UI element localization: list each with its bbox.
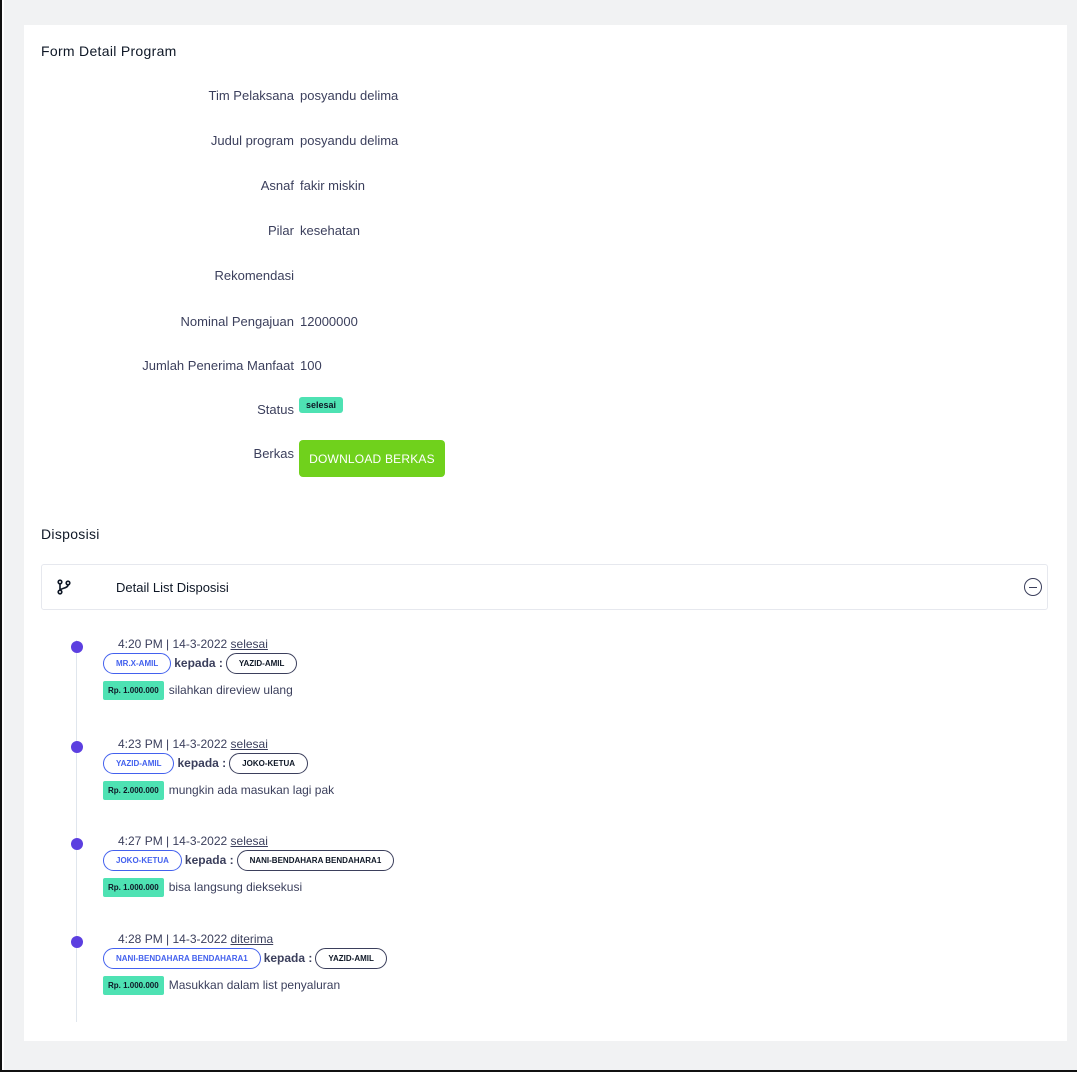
- timeline-route: YAZID-AMIL kepada : JOKO-KETUA: [103, 752, 309, 774]
- field-label: Nominal Pengajuan: [180, 314, 294, 329]
- field-value: fakir miskin: [300, 178, 366, 193]
- timeline-status: selesai: [230, 834, 268, 848]
- window-frame: Form Detail Program Tim Pelaksana posyan…: [0, 0, 1077, 1072]
- field-label: Berkas: [253, 446, 294, 461]
- field-label: Judul program: [210, 133, 294, 148]
- field-row-pilar: Pilar kesehatan: [24, 223, 624, 243]
- field-row-jumlah-penerima: Jumlah Penerima Manfaat 100: [24, 358, 624, 378]
- timeline-route: MR.X-AMIL kepada : YAZID-AMIL: [103, 652, 298, 674]
- field-row-nominal-pengajuan: Nominal Pengajuan 12000000: [24, 314, 624, 334]
- timeline-status: selesai: [230, 637, 268, 651]
- amount-badge: Rp. 2.000.000: [103, 780, 164, 800]
- to-user-badge: YAZID-AMIL: [315, 947, 387, 969]
- timeline-amount-row: Rp. 1.000.000 Masukkan dalam list penyal…: [103, 975, 340, 995]
- section-title: Disposisi: [41, 526, 100, 542]
- timeline-timestamp: 4:28 PM | 14-3-2022 diterima: [118, 932, 273, 946]
- form-detail-card: Form Detail Program Tim Pelaksana posyan…: [24, 25, 1067, 506]
- amount-badge: Rp. 1.000.000: [103, 877, 164, 897]
- field-value: 100: [300, 358, 322, 373]
- timeline-note: bisa langsung dieksekusi: [168, 880, 303, 894]
- field-row-judul-program: Judul program posyandu delima: [24, 133, 624, 153]
- field-row-tim-pelaksana: Tim Pelaksana posyandu delima: [24, 88, 624, 108]
- timeline-time: 4:27 PM | 14-3-2022: [118, 834, 228, 848]
- timeline-item: 4:27 PM | 14-3-2022 selesai JOKO-KETUA k…: [24, 834, 924, 904]
- disposisi-card: Disposisi Detail List Disposisi 4:20 PM …: [24, 506, 1067, 1041]
- field-value: kesehatan: [300, 223, 360, 238]
- timeline-note: silahkan direview ulang: [168, 683, 293, 697]
- kepada-label: kepada :: [184, 853, 234, 867]
- kepada-label: kepada :: [177, 756, 227, 770]
- amount-badge: Rp. 1.000.000: [103, 975, 164, 995]
- timeline-dot-icon: [71, 641, 83, 653]
- field-value: posyandu delima: [300, 88, 399, 103]
- timeline-dot-icon: [71, 741, 83, 753]
- field-label: Status: [257, 402, 294, 417]
- kepada-label: kepada :: [263, 951, 313, 965]
- timeline-dot-icon: [71, 838, 83, 850]
- field-value: 12000000: [300, 314, 358, 329]
- timeline-item: 4:23 PM | 14-3-2022 selesai YAZID-AMIL k…: [24, 737, 924, 807]
- from-user-badge: YAZID-AMIL: [103, 752, 175, 774]
- to-user-badge: NANI-BENDAHARA BENDAHARA1: [236, 849, 395, 871]
- minus-circle-icon[interactable]: [1024, 578, 1042, 596]
- timeline-note: mungkin ada masukan lagi pak: [168, 783, 335, 797]
- timeline-time: 4:28 PM | 14-3-2022: [118, 932, 228, 946]
- timeline-amount-row: Rp. 1.000.000 silahkan direview ulang: [103, 680, 293, 700]
- amount-badge: Rp. 1.000.000: [103, 680, 164, 700]
- timeline-amount-row: Rp. 2.000.000 mungkin ada masukan lagi p…: [103, 780, 334, 800]
- from-user-badge: MR.X-AMIL: [103, 652, 172, 674]
- timeline-timestamp: 4:20 PM | 14-3-2022 selesai: [118, 637, 268, 651]
- field-label: Tim Pelaksana: [208, 88, 295, 103]
- git-branch-icon: [57, 579, 71, 595]
- accordion-header[interactable]: Detail List Disposisi: [41, 564, 1048, 610]
- card-title: Form Detail Program: [41, 43, 177, 59]
- timeline-item: 4:20 PM | 14-3-2022 selesai MR.X-AMIL ke…: [24, 637, 924, 707]
- to-user-badge: JOKO-KETUA: [229, 752, 309, 774]
- status-badge: selesai: [299, 397, 344, 413]
- timeline-route: JOKO-KETUA kepada : NANI-BENDAHARA BENDA…: [103, 849, 395, 871]
- timeline-route: NANI-BENDAHARA BENDAHARA1 kepada : YAZID…: [103, 947, 387, 969]
- field-value: posyandu delima: [300, 133, 399, 148]
- download-berkas-button[interactable]: DOWNLOAD BERKAS: [299, 440, 445, 477]
- field-label: Jumlah Penerima Manfaat: [142, 358, 294, 373]
- to-user-badge: YAZID-AMIL: [225, 652, 298, 674]
- from-user-badge: JOKO-KETUA: [103, 849, 182, 871]
- timeline-dot-icon: [71, 936, 83, 948]
- from-user-badge: NANI-BENDAHARA BENDAHARA1: [103, 947, 261, 969]
- page-background: Form Detail Program Tim Pelaksana posyan…: [4, 0, 1077, 1070]
- timeline-note: Masukkan dalam list penyaluran: [168, 978, 341, 992]
- timeline-timestamp: 4:27 PM | 14-3-2022 selesai: [118, 834, 268, 848]
- timeline-time: 4:23 PM | 14-3-2022: [118, 737, 228, 751]
- timeline-amount-row: Rp. 1.000.000 bisa langsung dieksekusi: [103, 877, 302, 897]
- kepada-label: kepada :: [174, 656, 223, 670]
- timeline-status: diterima: [230, 932, 274, 946]
- field-row-rekomendasi: Rekomendasi: [24, 268, 624, 288]
- field-label: Rekomendasi: [214, 268, 295, 283]
- accordion-title: Detail List Disposisi: [116, 580, 229, 595]
- field-row-asnaf: Asnaf fakir miskin: [24, 178, 624, 198]
- field-label: Pilar: [267, 223, 294, 238]
- timeline-status: selesai: [230, 737, 268, 751]
- timeline-item: 4:28 PM | 14-3-2022 diterima NANI-BENDAH…: [24, 932, 924, 1002]
- timeline-timestamp: 4:23 PM | 14-3-2022 selesai: [118, 737, 268, 751]
- field-label: Asnaf: [260, 178, 294, 193]
- timeline-time: 4:20 PM | 14-3-2022: [118, 637, 228, 651]
